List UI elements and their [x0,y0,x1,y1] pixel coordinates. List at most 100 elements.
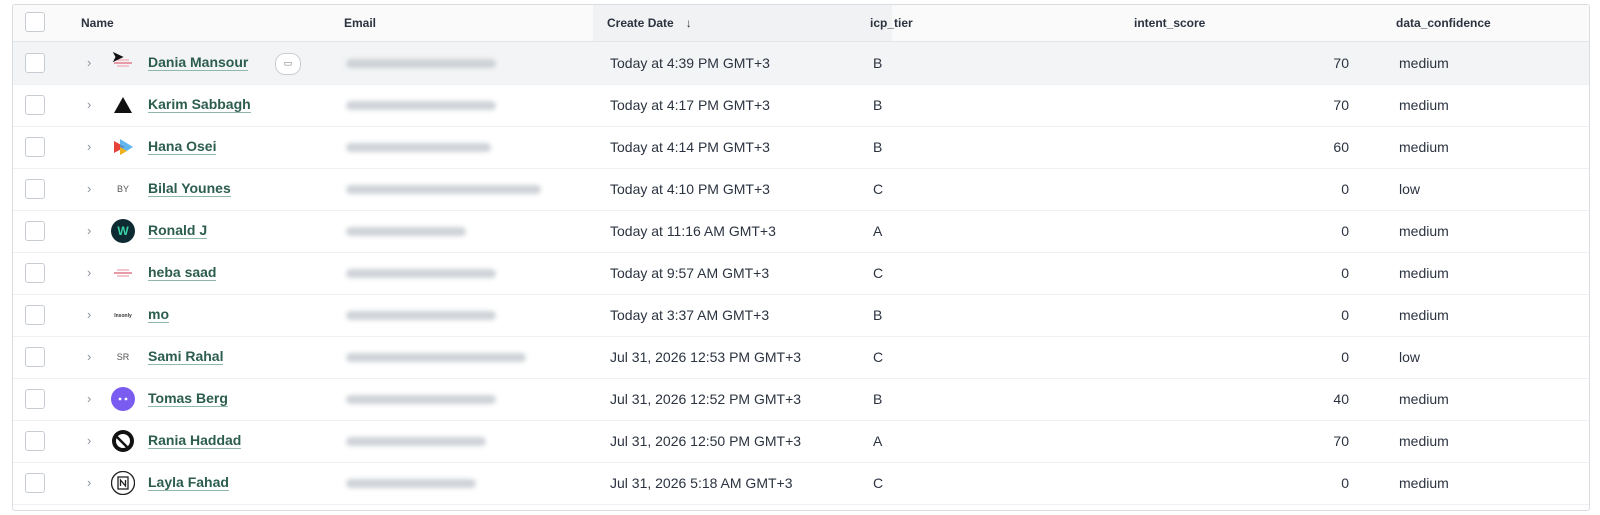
data-confidence-cell: medium [1399,433,1449,449]
data-confidence-cell: medium [1399,223,1449,239]
play-logo-icon [111,135,135,159]
icp-tier-cell: B [873,391,883,407]
table-row[interactable]: › Insonly mo Today at 3:37 AM GMT+3 B 0 medium [13,294,1589,337]
intent-score-cell: 70 [1333,433,1349,449]
expand-row-chevron-icon[interactable]: › [87,97,97,112]
contact-name-link[interactable]: Bilal Younes [148,180,231,197]
expand-row-chevron-icon[interactable]: › [87,55,97,70]
icp-tier-cell: B [873,97,883,113]
row-checkbox[interactable] [25,431,45,451]
intent-score-cell: 60 [1333,139,1349,155]
expand-row-chevron-icon[interactable]: › [87,139,97,154]
intent-score-cell: 70 [1333,97,1349,113]
row-checkbox[interactable] [25,473,45,493]
expand-row-chevron-icon[interactable]: › [87,265,97,280]
mouse-cursor-icon: ➤ [111,49,125,66]
row-checkbox[interactable] [25,137,45,157]
table-row[interactable]: › BY Bilal Younes Today at 4:10 PM GMT+3 C 0 l… [13,168,1589,211]
icp-tier-cell: B [873,307,883,323]
expand-row-chevron-icon[interactable]: › [87,307,97,322]
table-row[interactable]: › SR Sami Rahal Jul 31, 2026 12:53 PM GMT+3… [13,336,1589,379]
icp-tier-cell: B [873,55,883,71]
create-date-cell: Today at 4:17 PM GMT+3 [610,97,770,113]
contact-name-link[interactable]: Ronald J [148,222,208,239]
data-confidence-cell: medium [1399,139,1449,155]
row-checkbox[interactable] [25,53,45,73]
row-checkbox[interactable] [25,263,45,283]
create-date-cell: Today at 4:14 PM GMT+3 [610,139,770,155]
table-row[interactable]: › Dania Mansour ▭ Today at 4:39 PM GMT+3 B 70… [13,42,1589,85]
contact-name-link[interactable]: mo [148,306,169,323]
column-header-create-date[interactable]: Create Date ↓ [593,5,892,41]
row-checkbox[interactable] [25,95,45,115]
data-confidence-cell: medium [1399,475,1449,491]
create-date-cell: Today at 9:57 AM GMT+3 [610,265,770,281]
column-header-name[interactable]: Name [81,5,114,41]
data-confidence-cell: medium [1399,391,1449,407]
row-checkbox[interactable] [25,347,45,367]
row-checkbox[interactable] [25,179,45,199]
email-cell-blurred [346,353,526,362]
column-header-data-confidence[interactable]: data_confidence [1396,5,1491,41]
column-header-create-date-label: Create Date [607,16,674,30]
wordmark-logo-icon: Insonly [111,303,135,327]
row-checkbox[interactable] [25,305,45,325]
contact-name-link[interactable]: Sami Rahal [148,348,224,365]
contact-name-link[interactable]: Karim Sabbagh [148,96,251,113]
contact-name-link[interactable]: Tomas Berg [148,390,228,407]
email-cell-blurred [346,227,466,236]
purple-circle-logo-icon [111,387,135,411]
column-header-intent-score[interactable]: intent_score [1134,5,1205,41]
contact-name-link[interactable]: heba saad [148,264,217,281]
row-checkbox[interactable] [25,221,45,241]
data-confidence-cell: low [1399,349,1421,365]
intent-score-cell: 0 [1341,349,1349,365]
striped-circle-logo-icon [111,429,135,453]
intent-score-cell: 0 [1341,307,1349,323]
email-cell-blurred [346,437,486,446]
expand-row-chevron-icon[interactable]: › [87,391,97,406]
table-row[interactable]: › heba saad Today at 9:57 AM GMT+3 C 0 medium [13,252,1589,295]
intent-score-cell: 70 [1333,55,1349,71]
contact-name-link[interactable]: Rania Haddad [148,432,242,449]
email-cell-blurred [346,59,496,68]
table-row[interactable]: › Karim Sabbagh Today at 4:17 PM GMT+3 B 70 m… [13,84,1589,127]
row-checkbox[interactable] [25,389,45,409]
expand-row-chevron-icon[interactable]: › [87,181,97,196]
column-header-icp-tier[interactable]: icp_tier [870,5,913,41]
contacts-table: Name Email Create Date ↓ icp_tier intent_… [12,4,1590,511]
initials-avatar: BY [111,177,135,201]
table-header: Name Email Create Date ↓ icp_tier intent_… [13,5,1589,42]
data-confidence-cell: low [1399,181,1421,197]
email-cell-blurred [346,311,496,320]
create-date-cell: Today at 4:39 PM GMT+3 [610,55,770,71]
create-date-cell: Jul 31, 2026 12:52 PM GMT+3 [610,391,802,407]
intent-score-cell: 0 [1341,265,1349,281]
preview-card-icon[interactable]: ▭ [275,53,301,75]
intent-score-cell: 0 [1341,223,1349,239]
expand-row-chevron-icon[interactable]: › [87,223,97,238]
column-header-email[interactable]: Email [344,5,376,41]
company-logo-icon [111,261,135,285]
data-confidence-cell: medium [1399,55,1449,71]
icp-tier-cell: C [873,265,884,281]
expand-row-chevron-icon[interactable]: › [87,433,97,448]
create-date-cell: Jul 31, 2026 5:18 AM GMT+3 [610,475,793,491]
table-row[interactable]: › Layla Fahad Jul 31, 2026 5:18 AM GMT+3 C 0… [13,462,1589,505]
contact-name-link[interactable]: Hana Osei [148,138,217,155]
create-date-cell: Today at 3:37 AM GMT+3 [610,307,770,323]
table-row[interactable]: › W Ronald J Today at 11:16 AM GMT+3 A 0 mediu… [13,210,1589,253]
contact-name-link[interactable]: Dania Mansour [148,54,249,71]
expand-row-chevron-icon[interactable]: › [87,475,97,490]
email-cell-blurred [346,143,491,152]
contact-name-link[interactable]: Layla Fahad [148,474,229,491]
icp-tier-cell: B [873,139,883,155]
table-row[interactable]: › Hana Osei Today at 4:14 PM GMT+3 B 60 mediu… [13,126,1589,169]
intent-score-cell: 0 [1341,181,1349,197]
data-confidence-cell: medium [1399,265,1449,281]
select-all-checkbox[interactable] [25,12,45,32]
email-cell-blurred [346,101,496,110]
table-row[interactable]: › Rania Haddad Jul 31, 2026 12:50 PM GMT+3… [13,420,1589,463]
expand-row-chevron-icon[interactable]: › [87,349,97,364]
table-row[interactable]: › Tomas Berg Jul 31, 2026 12:52 PM GMT+3 B 4… [13,378,1589,421]
